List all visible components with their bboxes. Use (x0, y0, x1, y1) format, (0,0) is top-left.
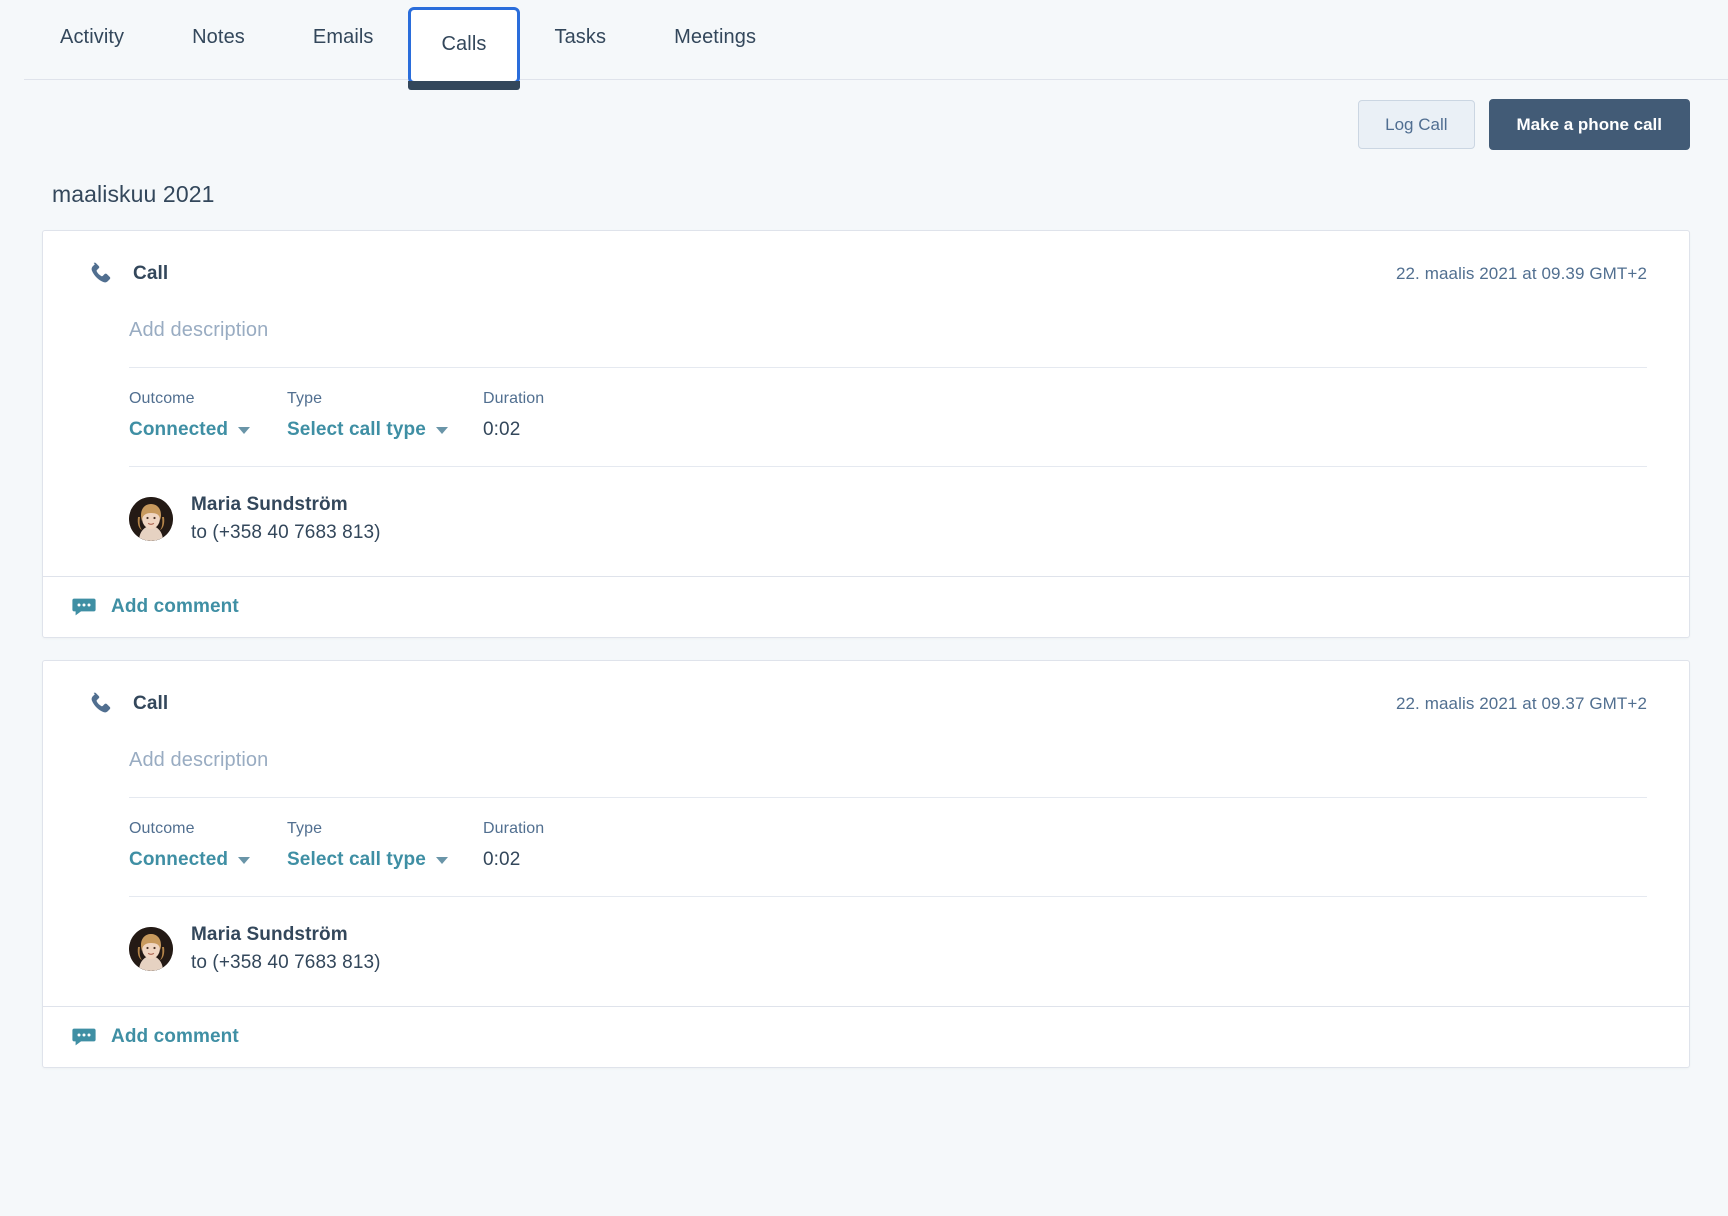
avatar (129, 496, 173, 541)
chevron-down-icon (435, 856, 448, 864)
type-column: Type Select call type (287, 390, 483, 441)
contact-phone: to (+358 40 7683 813) (191, 951, 381, 973)
call-card-body: Call 22. maalis 2021 at 09.39 GMT+2 Add … (43, 231, 1689, 576)
call-card-header: Call 22. maalis 2021 at 09.39 GMT+2 (85, 259, 1647, 293)
type-label: Type (287, 820, 323, 838)
outcome-label: Outcome (129, 820, 195, 838)
chevron-down-icon (238, 856, 251, 864)
duration-column: Duration 0:02 (483, 390, 544, 441)
calls-actions-toolbar: Log Call Make a phone call (0, 80, 1728, 150)
outcome-dropdown[interactable]: Connected (129, 419, 251, 441)
contact-info: Maria Sundström to (+358 40 7683 813) (191, 491, 381, 546)
call-timestamp: 22. maalis 2021 at 09.37 GMT+2 (1395, 694, 1647, 714)
calls-list: Call 22. maalis 2021 at 09.39 GMT+2 Add … (0, 208, 1728, 1069)
duration-column: Duration 0:02 (483, 820, 544, 871)
call-contact: Maria Sundström to (+358 40 7683 813) (85, 467, 1647, 576)
duration-value: 0:02 (483, 419, 521, 440)
contact-info: Maria Sundström to (+358 40 7683 813) (191, 921, 381, 976)
call-card-footer: Add comment (43, 1006, 1689, 1068)
add-comment-button[interactable]: Add comment (111, 596, 239, 618)
add-description-field[interactable]: Add description (85, 293, 1647, 342)
type-column: Type Select call type (287, 820, 483, 871)
record-tabs: Activity Notes Emails Calls Tasks Meetin… (0, 0, 1728, 90)
chevron-down-icon (238, 426, 251, 434)
outcome-column: Outcome Connected (129, 820, 287, 871)
duration-label: Duration (483, 390, 545, 407)
call-timestamp: 22. maalis 2021 at 09.39 GMT+2 (1395, 264, 1647, 283)
outcome-value: Connected (129, 419, 229, 440)
comment-icon (71, 596, 97, 618)
tab-calls[interactable]: Calls (407, 7, 521, 90)
call-card: Call 22. maalis 2021 at 09.39 GMT+2 Add … (42, 230, 1690, 639)
tab-activity[interactable]: Activity (26, 0, 158, 77)
call-meta-row: Outcome Connected Type Select call type (85, 368, 1647, 441)
add-comment-button[interactable]: Add comment (111, 1026, 239, 1048)
call-type-dropdown[interactable]: Select call type (287, 849, 448, 871)
add-description-field[interactable]: Add description (85, 723, 1647, 772)
phone-icon (85, 259, 115, 289)
call-meta-row: Outcome Connected Type Select call type (85, 798, 1647, 871)
call-card-footer: Add comment (43, 576, 1689, 638)
call-type-dropdown[interactable]: Select call type (287, 419, 448, 441)
outcome-dropdown[interactable]: Connected (129, 849, 251, 871)
call-contact: Maria Sundström to (+358 40 7683 813) (85, 897, 1647, 1006)
outcome-column: Outcome Connected (129, 390, 287, 441)
tab-emails[interactable]: Emails (279, 0, 408, 77)
call-card-header: Call 22. maalis 2021 at 09.37 GMT+2 (85, 689, 1647, 723)
comment-icon (71, 1026, 97, 1048)
make-a-phone-call-button[interactable]: Make a phone call (1488, 99, 1690, 150)
call-type-value: Select call type (287, 849, 426, 871)
duration-value: 0:02 (483, 849, 521, 871)
contact-phone: to (+358 40 7683 813) (191, 521, 381, 543)
call-card-title: Call (133, 693, 169, 715)
calls-timeline-page: Activity Notes Emails Calls Tasks Meetin… (0, 0, 1728, 1216)
tab-tasks[interactable]: Tasks (520, 0, 640, 77)
avatar (129, 926, 173, 971)
type-label: Type (287, 390, 323, 407)
call-card-title: Call (133, 263, 169, 284)
contact-name[interactable]: Maria Sundström (191, 921, 381, 949)
duration-label: Duration (483, 820, 545, 838)
chevron-down-icon (435, 426, 448, 434)
outcome-label: Outcome (129, 390, 195, 407)
phone-icon (85, 689, 115, 719)
log-call-button[interactable]: Log Call (1358, 100, 1475, 149)
tab-notes[interactable]: Notes (158, 0, 279, 77)
call-type-value: Select call type (287, 419, 426, 440)
tab-meetings[interactable]: Meetings (640, 0, 790, 77)
call-card: Call 22. maalis 2021 at 09.37 GMT+2 Add … (42, 660, 1690, 1069)
call-card-body: Call 22. maalis 2021 at 09.37 GMT+2 Add … (43, 661, 1689, 1006)
outcome-value: Connected (129, 849, 229, 871)
month-heading: maaliskuu 2021 (52, 181, 215, 207)
contact-name[interactable]: Maria Sundström (191, 491, 381, 519)
